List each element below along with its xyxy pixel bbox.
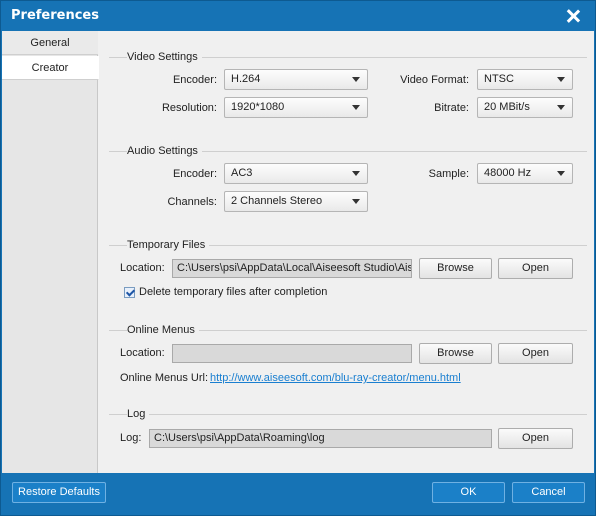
bitrate-label: Bitrate: xyxy=(434,102,469,114)
ok-button[interactable]: OK xyxy=(432,482,505,503)
audio-settings-title: Audio Settings xyxy=(127,145,202,157)
resolution-value: 1920*1080 xyxy=(231,101,285,113)
sample-select[interactable]: 48000 Hz xyxy=(477,163,573,184)
delete-temp-label: Delete temporary files after completion xyxy=(139,286,328,298)
restore-defaults-button[interactable]: Restore Defaults xyxy=(12,482,106,503)
sidebar-item-creator[interactable]: Creator xyxy=(2,56,99,80)
log-label: Log: xyxy=(120,432,142,444)
chevron-down-icon xyxy=(352,171,360,176)
title-bar: Preferences xyxy=(1,1,595,31)
preferences-window: Preferences General Creator Video Settin… xyxy=(0,0,596,516)
sidebar: General Creator xyxy=(2,31,99,473)
temp-browse-button[interactable]: Browse xyxy=(419,258,492,279)
channels-select[interactable]: 2 Channels Stereo xyxy=(224,191,368,212)
channels-value: 2 Channels Stereo xyxy=(231,195,323,207)
audio-encoder-value: AC3 xyxy=(231,167,253,179)
bitrate-value: 20 MBit/s xyxy=(484,101,530,113)
menus-location-field[interactable] xyxy=(172,344,412,363)
video-encoder-value: H.264 xyxy=(231,73,261,85)
close-icon[interactable] xyxy=(563,6,583,26)
temp-location-label: Location: xyxy=(120,262,165,274)
chevron-down-icon xyxy=(352,77,360,82)
chevron-down-icon xyxy=(352,199,360,204)
log-open-button[interactable]: Open xyxy=(498,428,573,449)
bitrate-select[interactable]: 20 MBit/s xyxy=(477,97,573,118)
chevron-down-icon xyxy=(557,105,565,110)
dialog-footer: Restore Defaults OK Cancel xyxy=(2,473,594,515)
sample-value: 48000 Hz xyxy=(484,167,532,179)
online-menus-title: Online Menus xyxy=(127,324,199,336)
menus-url-link[interactable]: http://www.aiseesoft.com/blu-ray-creator… xyxy=(210,372,461,384)
temporary-files-title: Temporary Files xyxy=(127,239,210,251)
window-title: Preferences xyxy=(11,8,99,23)
chevron-down-icon xyxy=(352,105,360,110)
dialog-body: General Creator Video Settings Encoder: … xyxy=(2,31,594,473)
audio-encoder-select[interactable]: AC3 xyxy=(224,163,368,184)
audio-encoder-label: Encoder: xyxy=(172,168,217,180)
menus-browse-button[interactable]: Browse xyxy=(419,343,492,364)
video-format-select[interactable]: NTSC xyxy=(477,69,573,90)
resolution-select[interactable]: 1920*1080 xyxy=(224,97,368,118)
temp-open-button[interactable]: Open xyxy=(498,258,573,279)
log-path-field[interactable]: C:\Users\psi\AppData\Roaming\log xyxy=(149,429,492,448)
cancel-button[interactable]: Cancel xyxy=(512,482,585,503)
video-encoder-label: Encoder: xyxy=(172,74,217,86)
section-divider xyxy=(109,414,587,415)
menus-open-button[interactable]: Open xyxy=(498,343,573,364)
sidebar-item-general[interactable]: General xyxy=(2,31,98,55)
video-format-label: Video Format: xyxy=(400,74,469,86)
chevron-down-icon xyxy=(557,171,565,176)
resolution-label: Resolution: xyxy=(161,102,217,114)
video-format-value: NTSC xyxy=(484,73,514,85)
video-encoder-select[interactable]: H.264 xyxy=(224,69,368,90)
chevron-down-icon xyxy=(557,77,565,82)
menus-url-label: Online Menus Url: xyxy=(120,372,209,384)
creator-panel: Video Settings Encoder: H.264 Video Form… xyxy=(99,31,594,473)
channels-label: Channels: xyxy=(167,196,217,208)
menus-location-label: Location: xyxy=(120,347,165,359)
sample-label: Sample: xyxy=(428,168,469,180)
log-title: Log xyxy=(127,408,150,420)
temp-location-field[interactable]: C:\Users\psi\AppData\Local\Aiseesoft Stu… xyxy=(172,259,412,278)
video-settings-title: Video Settings xyxy=(127,51,202,63)
delete-temp-checkbox[interactable] xyxy=(124,287,135,298)
